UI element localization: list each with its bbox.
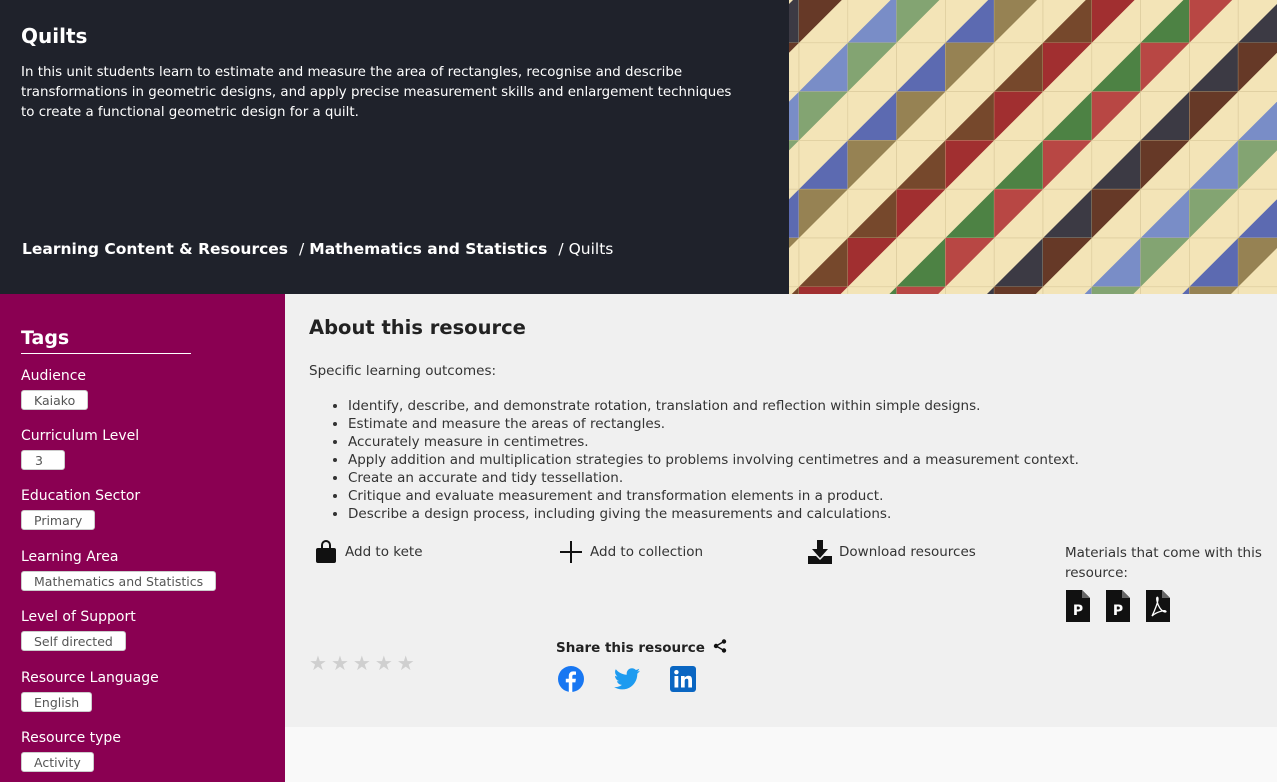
tag-chip[interactable]: Activity xyxy=(21,752,94,772)
list-item: Identify, describe, and demonstrate rota… xyxy=(348,397,1079,415)
quilt-image xyxy=(789,0,1277,294)
add-to-kete-button[interactable]: Add to kete xyxy=(313,539,423,565)
tag-label: Education Sector xyxy=(21,488,141,504)
tag-group-curriculum-level: Curriculum Level 3 xyxy=(21,427,139,470)
download-icon xyxy=(807,539,833,565)
pptx-file-icon[interactable]: P xyxy=(1106,590,1130,622)
tag-group-audience: Audience Kaiako xyxy=(21,367,89,410)
social-share-links xyxy=(558,666,696,692)
hero-banner: Quilts In this unit students learn to es… xyxy=(0,0,1277,294)
share-label: Share this resource xyxy=(556,640,705,656)
tag-group-resource-type: Resource type Activity xyxy=(21,729,121,772)
breadcrumb-separator: / xyxy=(558,240,564,258)
list-item: Accurately measure in centimetres. xyxy=(348,433,1079,451)
add-to-collection-button[interactable]: Add to collection xyxy=(558,539,703,565)
tag-chip[interactable]: 3 xyxy=(21,450,65,470)
list-item: Apply addition and multiplication strate… xyxy=(348,451,1079,469)
add-to-kete-label: Add to kete xyxy=(345,544,423,560)
materials-label: Materials that come with this resource: xyxy=(1065,545,1262,581)
download-resources-label: Download resources xyxy=(839,544,976,560)
breadcrumb: Learning Content & Resources / Mathemati… xyxy=(22,240,613,258)
add-to-collection-label: Add to collection xyxy=(590,544,704,560)
twitter-icon[interactable] xyxy=(614,666,640,692)
breadcrumb-mathematics[interactable]: Mathematics and Statistics xyxy=(309,240,547,258)
star-icon[interactable]: ★ xyxy=(397,653,415,673)
about-title: About this resource xyxy=(309,316,526,339)
pdf-file-icon[interactable] xyxy=(1146,590,1170,622)
tag-label: Resource Language xyxy=(21,670,159,686)
tag-group-education-sector: Education Sector Primary xyxy=(21,487,140,530)
breadcrumb-learning-content[interactable]: Learning Content & Resources xyxy=(22,240,288,258)
svg-text:P: P xyxy=(1073,603,1083,619)
page-description: In this unit students learn to estimate … xyxy=(21,65,732,120)
list-item: Create an accurate and tidy tessellation… xyxy=(348,469,1079,487)
share-heading: Share this resource xyxy=(556,639,727,657)
tags-sidebar: Tags Audience Kaiako Curriculum Level 3 … xyxy=(0,294,285,782)
list-item: Critique and evaluate measurement and tr… xyxy=(348,487,1079,505)
share-icon xyxy=(713,639,727,657)
tags-divider xyxy=(21,353,191,354)
tag-label: Audience xyxy=(21,368,87,384)
tag-label: Resource type xyxy=(21,730,121,746)
breadcrumb-separator: / xyxy=(299,240,305,258)
tag-group-resource-language: Resource Language English xyxy=(21,669,159,712)
linkedin-icon[interactable] xyxy=(670,666,696,692)
tag-group-learning-area: Learning Area Mathematics and Statistics xyxy=(21,548,217,591)
svg-text:P: P xyxy=(1113,603,1123,619)
tag-label: Level of Support xyxy=(21,609,136,625)
tag-chip[interactable]: English xyxy=(21,692,93,712)
star-icon[interactable]: ★ xyxy=(331,653,349,673)
tag-label: Curriculum Level xyxy=(21,428,140,444)
star-icon[interactable]: ★ xyxy=(375,653,393,673)
outcomes-label: Specific learning outcomes: xyxy=(309,363,497,379)
star-icon[interactable]: ★ xyxy=(353,653,371,673)
outcomes-list: Identify, describe, and demonstrate rota… xyxy=(348,397,1079,523)
tag-chip[interactable]: Kaiako xyxy=(21,390,89,410)
list-item: Describe a design process, including giv… xyxy=(348,505,1079,523)
list-item: Estimate and measure the areas of rectan… xyxy=(348,415,1079,433)
bag-icon xyxy=(313,539,339,565)
page-title: Quilts xyxy=(21,24,88,48)
tags-title: Tags xyxy=(21,327,70,349)
tag-chip[interactable]: Self directed xyxy=(21,631,126,651)
facebook-icon[interactable] xyxy=(558,666,584,692)
star-icon[interactable]: ★ xyxy=(309,653,327,673)
breadcrumb-current: Quilts xyxy=(568,240,614,258)
lower-section xyxy=(285,727,1277,782)
materials-icons: P P xyxy=(1066,590,1170,622)
tag-chip[interactable]: Mathematics and Statistics xyxy=(21,571,217,591)
tag-group-level-of-support: Level of Support Self directed xyxy=(21,608,136,651)
tag-chip[interactable]: Primary xyxy=(21,510,96,530)
about-panel: About this resource Specific learning ou… xyxy=(285,294,1277,727)
plus-icon xyxy=(558,539,584,565)
tag-label: Learning Area xyxy=(21,549,119,565)
star-rating[interactable]: ★ ★ ★ ★ ★ xyxy=(309,653,415,673)
pptx-file-icon[interactable]: P xyxy=(1066,590,1090,622)
download-resources-button[interactable]: Download resources xyxy=(807,539,976,565)
